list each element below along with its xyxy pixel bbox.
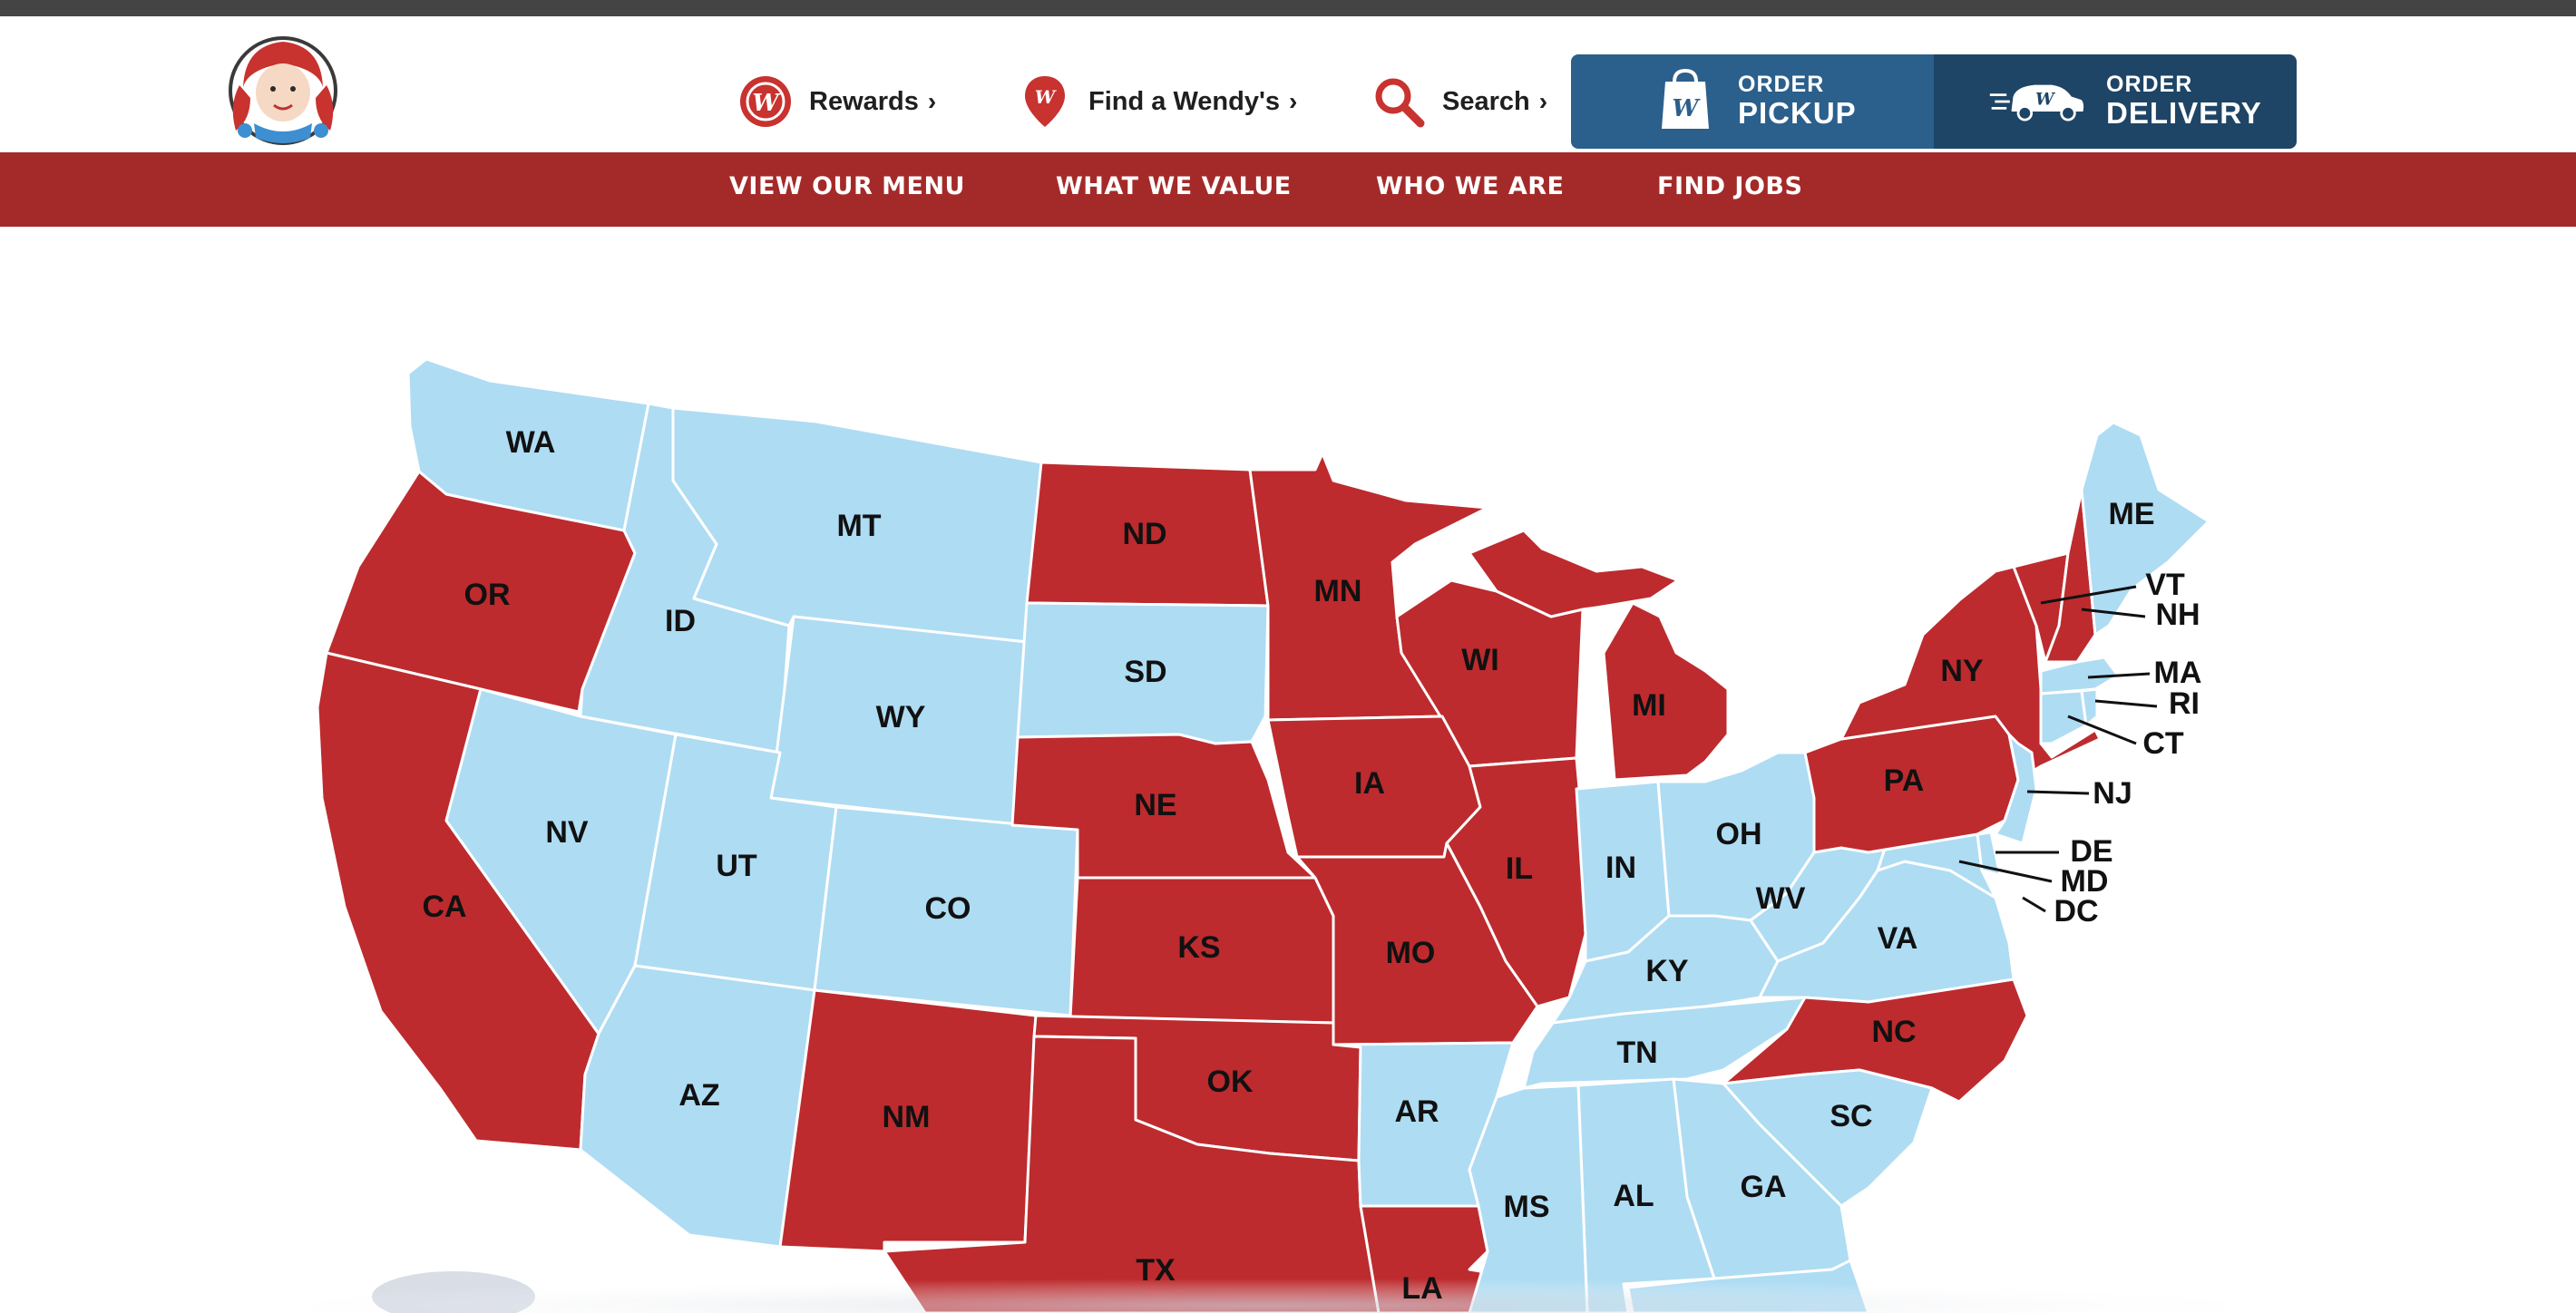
label-ga: GA [1741, 1170, 1787, 1204]
order-delivery-big: DELIVERY [2106, 96, 2262, 130]
label-ca: CA [422, 890, 466, 924]
label-mi: MI [1632, 688, 1666, 723]
label-ky: KY [1645, 954, 1689, 988]
us-state-map: WA OR CA ID NV MT WY UT AZ CO NM ND SD N… [181, 357, 2358, 1313]
label-il: IL [1506, 851, 1533, 886]
label-ma: MA [2154, 656, 2202, 690]
search-label: Search [1442, 86, 1530, 116]
nav-find-jobs[interactable]: FIND JOBS [1657, 172, 1802, 200]
order-pickup-big: PICKUP [1738, 96, 1857, 130]
order-pickup-button[interactable]: W ORDER PICKUP [1571, 54, 1934, 149]
wendys-logo[interactable] [227, 33, 339, 156]
nj-leader [2026, 790, 2090, 795]
label-or: OR [464, 578, 511, 612]
label-ks: KS [1177, 930, 1220, 965]
label-ct: CT [2142, 726, 2184, 761]
label-az: AZ [678, 1078, 719, 1113]
label-ia: IA [1354, 766, 1385, 801]
label-wy: WY [876, 700, 926, 734]
svg-text:W: W [1035, 86, 1058, 108]
label-ne: NE [1134, 788, 1176, 822]
label-nv: NV [545, 815, 589, 850]
label-ok: OK [1207, 1065, 1254, 1099]
search-link[interactable]: Search › [1370, 63, 1547, 140]
order-pickup-small: ORDER [1738, 72, 1825, 97]
label-tn: TN [1616, 1036, 1657, 1070]
label-ri: RI [2169, 686, 2200, 721]
rewards-label: Rewards [809, 86, 919, 116]
label-nh: NH [2155, 598, 2200, 632]
label-tx: TX [1136, 1253, 1176, 1288]
label-va: VA [1878, 921, 1918, 956]
chevron-right-icon: › [1289, 87, 1298, 115]
find-a-wendys-link[interactable]: W Find a Wendy's › [1016, 63, 1297, 140]
label-co: CO [925, 891, 971, 926]
label-mt: MT [836, 509, 881, 543]
browser-top-strip [0, 0, 2576, 16]
svg-text:W: W [752, 90, 781, 117]
rewards-link[interactable]: W Rewards › [737, 63, 936, 140]
label-wv: WV [1756, 881, 1806, 916]
svg-text:W: W [1672, 95, 1701, 122]
label-nd: ND [1122, 517, 1166, 551]
label-al: AL [1613, 1179, 1654, 1213]
label-ms: MS [1504, 1190, 1550, 1224]
rewards-icon: W [740, 76, 791, 127]
chevron-right-icon: › [1538, 87, 1548, 115]
label-in: IN [1605, 851, 1636, 885]
state-ct[interactable] [2039, 689, 2088, 745]
location-pin-icon: W [1025, 76, 1065, 127]
order-delivery-button[interactable]: W ORDER DELIVERY [1934, 54, 2297, 149]
label-la: LA [1401, 1271, 1442, 1306]
label-pa: PA [1884, 763, 1925, 798]
find-a-wendys-label: Find a Wendy's [1088, 86, 1281, 116]
label-mo: MO [1386, 936, 1436, 970]
nav-what-we-value[interactable]: WHAT WE VALUE [1056, 172, 1292, 200]
label-nj: NJ [2093, 776, 2132, 811]
label-dc: DC [2054, 894, 2098, 929]
label-sc: SC [1830, 1099, 1872, 1133]
label-wa: WA [506, 425, 556, 460]
nav-view-our-menu[interactable]: VIEW OUR MENU [729, 172, 965, 200]
bag-icon: W [1662, 68, 1709, 129]
label-wi: WI [1461, 643, 1499, 677]
label-nc: NC [1871, 1015, 1916, 1049]
label-sd: SD [1124, 655, 1166, 689]
svg-text:W: W [2035, 91, 2056, 110]
label-oh: OH [1716, 817, 1762, 851]
search-icon [1375, 78, 1425, 128]
main-nav: VIEW OUR MENU WHAT WE VALUE WHO WE ARE F… [0, 152, 2576, 227]
label-ar: AR [1394, 1094, 1439, 1129]
order-delivery-small: ORDER [2106, 72, 2193, 97]
chevron-right-icon: › [927, 87, 937, 115]
dc-leader [2022, 896, 2046, 913]
label-id: ID [665, 604, 696, 638]
ri-leader [2094, 699, 2158, 708]
delivery-car-icon: W [1989, 84, 2084, 122]
label-nm: NM [883, 1100, 931, 1134]
label-mn: MN [1314, 574, 1362, 608]
site-header: W Rewards › W Find a Wendy's › Search › … [0, 16, 2576, 152]
nav-who-we-are[interactable]: WHO WE ARE [1376, 172, 1565, 200]
label-me: ME [2109, 497, 2155, 531]
label-ut: UT [716, 849, 757, 883]
label-ny: NY [1940, 654, 1984, 688]
